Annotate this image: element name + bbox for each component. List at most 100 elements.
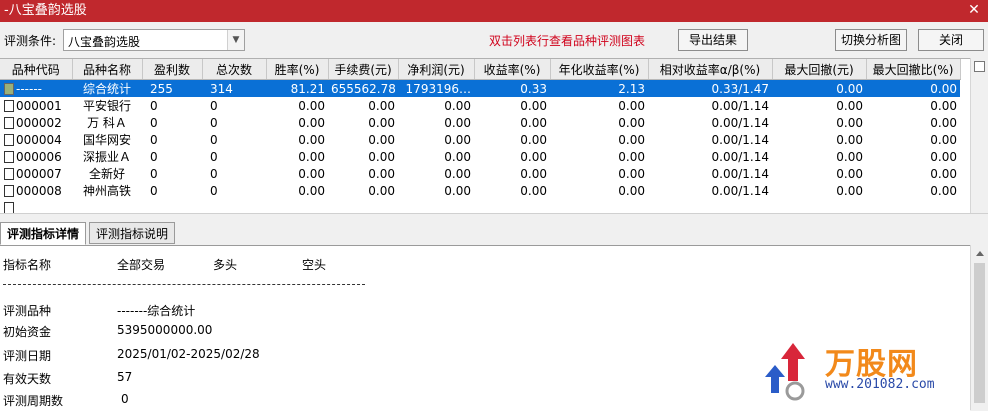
cell-text: 0.00 [444, 149, 471, 164]
detail-row-value: 0 [121, 392, 129, 406]
cell-total: 0 [202, 114, 266, 131]
title-bar: -八宝叠韵选股 ✕ [0, 0, 988, 22]
cell-text: 0.00 [520, 98, 547, 113]
cell-rel: 0.00/1.14 [648, 114, 772, 131]
cell-ret: 0.00 [474, 114, 550, 131]
cell-text: 0.00/1.14 [711, 115, 769, 130]
col-header-drawdown-ratio[interactable]: 最大回撤比(%) [866, 59, 961, 80]
cell-text: 0.00 [298, 166, 325, 181]
cell-fee: 0.00 [328, 182, 398, 199]
detail-row-label: 评测周期数 [3, 394, 64, 408]
chevron-down-icon[interactable]: ▼ [227, 30, 244, 50]
cell-text: 深振业Ａ [82, 150, 131, 164]
window-close-icon[interactable]: ✕ [966, 2, 982, 18]
tab-metric-details[interactable]: 评测指标详情 [0, 222, 87, 245]
cell-fee: 0.00 [328, 165, 398, 182]
splitter[interactable] [0, 213, 988, 220]
cell-text: 0.00 [618, 132, 645, 147]
hint-text: 双击列表行查看品种评测图表 [489, 34, 646, 48]
col-header-rate[interactable]: 胜率(%) [266, 59, 329, 80]
cell-text: 0.00 [836, 132, 863, 147]
logo-arrow-icon [765, 343, 805, 401]
switch-chart-button[interactable]: 切换分析图 [835, 29, 907, 51]
cell-text: 655562.78 [331, 81, 396, 96]
cell-text: 0.00 [618, 98, 645, 113]
col-header-win[interactable]: 盈利数 [142, 59, 203, 80]
detail-scrollbar[interactable] [970, 245, 988, 410]
table-row[interactable]: 000006 深振业Ａ 0 0 0.00 0.00 0.00 0.00 0.00 0.00/1.1… [0, 148, 960, 165]
document-icon [4, 82, 14, 95]
cell-text: 0.00 [618, 166, 645, 181]
cell-text: 0.00 [368, 166, 395, 181]
table-row[interactable]: ------ 综合统计 255 314 81.21 655562.78 1793196… 0.… [0, 79, 960, 97]
document-icon [4, 167, 14, 180]
col-header-profit[interactable]: 净利润(元) [398, 59, 475, 80]
col-header-relative[interactable]: 相对收益率α/β(%) [648, 59, 773, 80]
cell-text: 0.00 [520, 132, 547, 147]
cell-text: 平安银行 [82, 99, 131, 113]
cell-text: 0 [210, 166, 218, 181]
brand-url: www.201082.com [825, 377, 935, 392]
condition-label: 评测条件: [4, 34, 57, 48]
col-header-total[interactable]: 总次数 [202, 59, 267, 80]
cell-ret: 0.00 [474, 165, 550, 182]
scroll-thumb[interactable] [974, 263, 985, 403]
cell-total: 0 [202, 131, 266, 148]
cell-text: 0.00 [298, 183, 325, 198]
col-header-code[interactable]: 品种代码 [0, 59, 73, 80]
close-button[interactable]: 关闭 [918, 29, 984, 51]
table-row[interactable]: 000008 神州高铁 0 0 0.00 0.00 0.00 0.00 0.00 0.00/1.1… [0, 182, 960, 199]
cell-total: 0 [202, 97, 266, 114]
document-icon [4, 150, 14, 163]
cell-text: 0.00 [930, 132, 957, 147]
cell-annual: 0.00 [550, 182, 648, 199]
cell-text: 0.00 [368, 115, 395, 130]
export-button[interactable]: 导出结果 [678, 29, 748, 51]
cell-ddr: 0.00 [866, 131, 960, 148]
col-header-drawdown[interactable]: 最大回撤(元) [772, 59, 867, 80]
cell-text: 0.00 [930, 81, 957, 96]
cell-text: 0.00 [444, 132, 471, 147]
table-row[interactable]: 000007 全新好 0 0 0.00 0.00 0.00 0.00 0.00 0.00/1.14… [0, 165, 960, 182]
scroll-up-icon[interactable] [976, 251, 984, 256]
table-row[interactable]: 000002 万 科Ａ 0 0 0.00 0.00 0.00 0.00 0.00 0.00/1.1… [0, 114, 960, 131]
col-header-name[interactable]: 品种名称 [72, 59, 143, 80]
cell-text: 0 [210, 183, 218, 198]
tab-metric-description[interactable]: 评测指标说明 [89, 222, 176, 244]
cell-text: 000004 [16, 132, 62, 147]
grid-corner-checkbox[interactable] [974, 61, 985, 72]
cell-code: 000006 [0, 148, 72, 165]
cell-rate: 0.00 [266, 114, 328, 131]
cell-rel: 0.33/1.47 [648, 79, 772, 97]
detail-header-all: 全部交易 [117, 258, 166, 272]
cell-text: 0.00/1.14 [711, 132, 769, 147]
cell-win: 0 [142, 182, 202, 199]
cell-rel: 0.00/1.14 [648, 165, 772, 182]
cell-win: 0 [142, 131, 202, 148]
cell-text: 000001 [16, 98, 62, 113]
col-header-fee[interactable]: 手续费(元) [328, 59, 399, 80]
detail-row-label: 有效天数 [3, 372, 52, 386]
table-row[interactable] [0, 199, 960, 214]
detail-row-label: 初始资金 [3, 325, 52, 339]
detail-tabs: 评测指标详情 评测指标说明 [0, 220, 988, 245]
cell-rate: 0.00 [266, 148, 328, 165]
cell-text: 0.00 [520, 149, 547, 164]
cell-rate: 0.00 [266, 165, 328, 182]
col-header-return[interactable]: 收益率(%) [474, 59, 551, 80]
cell-code: ------ [0, 79, 72, 97]
table-row[interactable]: 000001 平安银行 0 0 0.00 0.00 0.00 0.00 0.00 0.00/1.1… [0, 97, 960, 114]
cell-fee: 655562.78 [328, 79, 398, 97]
table-row[interactable]: 000004 国华网安 0 0 0.00 0.00 0.00 0.00 0.00 0.00/1.1… [0, 131, 960, 148]
cell-text: 000006 [16, 149, 62, 164]
cell-rel: 0.00/1.14 [648, 148, 772, 165]
col-header-annual[interactable]: 年化收益率(%) [550, 59, 649, 80]
cell-text: 国华网安 [82, 133, 131, 147]
cell-text: 0.00 [444, 166, 471, 181]
cell-ddr: 0.00 [866, 79, 960, 97]
condition-select[interactable]: 八宝叠韵选股 ▼ [63, 29, 245, 51]
cell-win: 0 [142, 148, 202, 165]
cell-total: 314 [202, 79, 266, 97]
cell-code [0, 199, 960, 214]
grid-scrollbar[interactable] [970, 58, 988, 213]
